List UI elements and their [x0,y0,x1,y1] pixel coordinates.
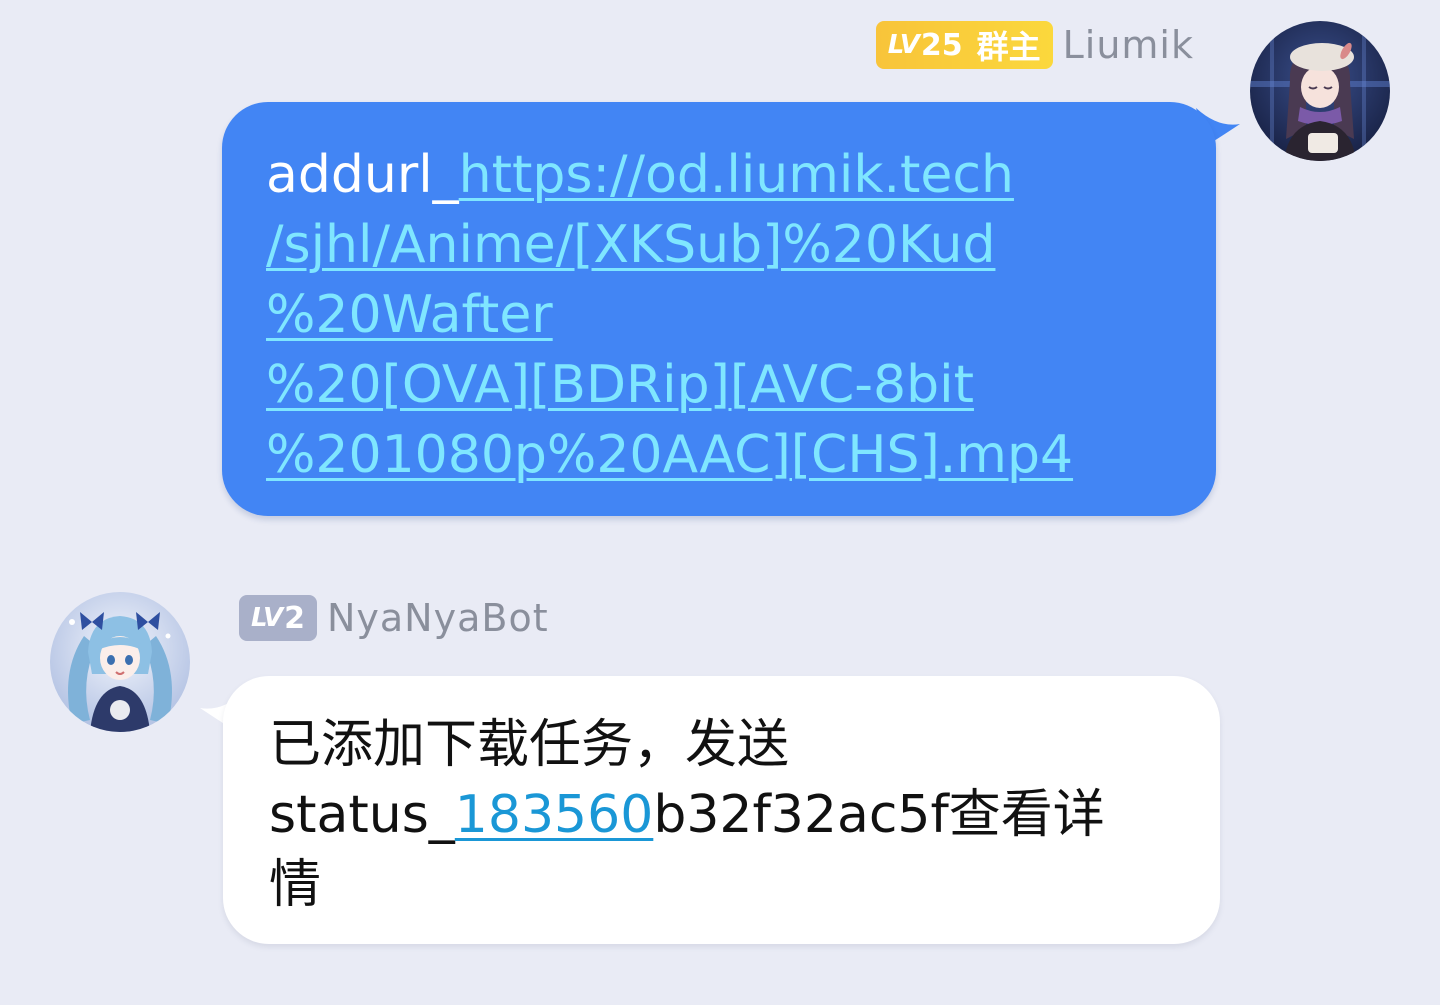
link-line: %20[OVA][BDRip][AVC-8bit [266,355,974,415]
role-label: 群主 [976,28,1041,66]
link-line: %201080p%20AAC][CHS].mp4 [266,425,1074,485]
link-line: https://od.liumik.tech [458,145,1014,205]
status-suffix: b32f32ac5f查看详 [653,785,1105,845]
status-prefix: status_ [269,785,455,845]
level-number: 2 [284,600,305,636]
level-number: 25 [920,27,963,63]
bot-message-bubble[interactable]: 已添加下载任务，发送 status_183560b32f32ac5f查看详情 [223,676,1220,944]
sender-nickname[interactable]: NyaNyaBot [327,596,549,640]
status-number-link[interactable]: 183560 [455,785,654,845]
level-owner-badge: LV 25 群主 [875,21,1053,69]
miku-avatar-icon[interactable] [50,592,190,732]
level-prefix: LV [887,30,920,60]
link-line: /sjhl/Anime/[XKSub]%20Kud [266,215,996,275]
anime-girl-avatar-icon[interactable] [1250,21,1390,161]
bot-sender-row: LV 2 NyaNyaBot [239,593,549,643]
level-badge: LV 2 [239,595,317,641]
message-text: 已添加下载任务，发送 [269,715,790,775]
message-text-end: 情 [269,855,322,915]
sender-nickname[interactable]: Liumik [1063,23,1194,67]
level-prefix: LV [251,603,283,633]
self-message-bubble[interactable]: addurl_https://od.liumik.tech/sjhl/Anime… [222,102,1216,516]
link-line: %20Wafter [266,285,553,345]
self-sender-row: LV 25 群主 Liumik [875,20,1194,70]
command-prefix: addurl_ [266,145,459,205]
